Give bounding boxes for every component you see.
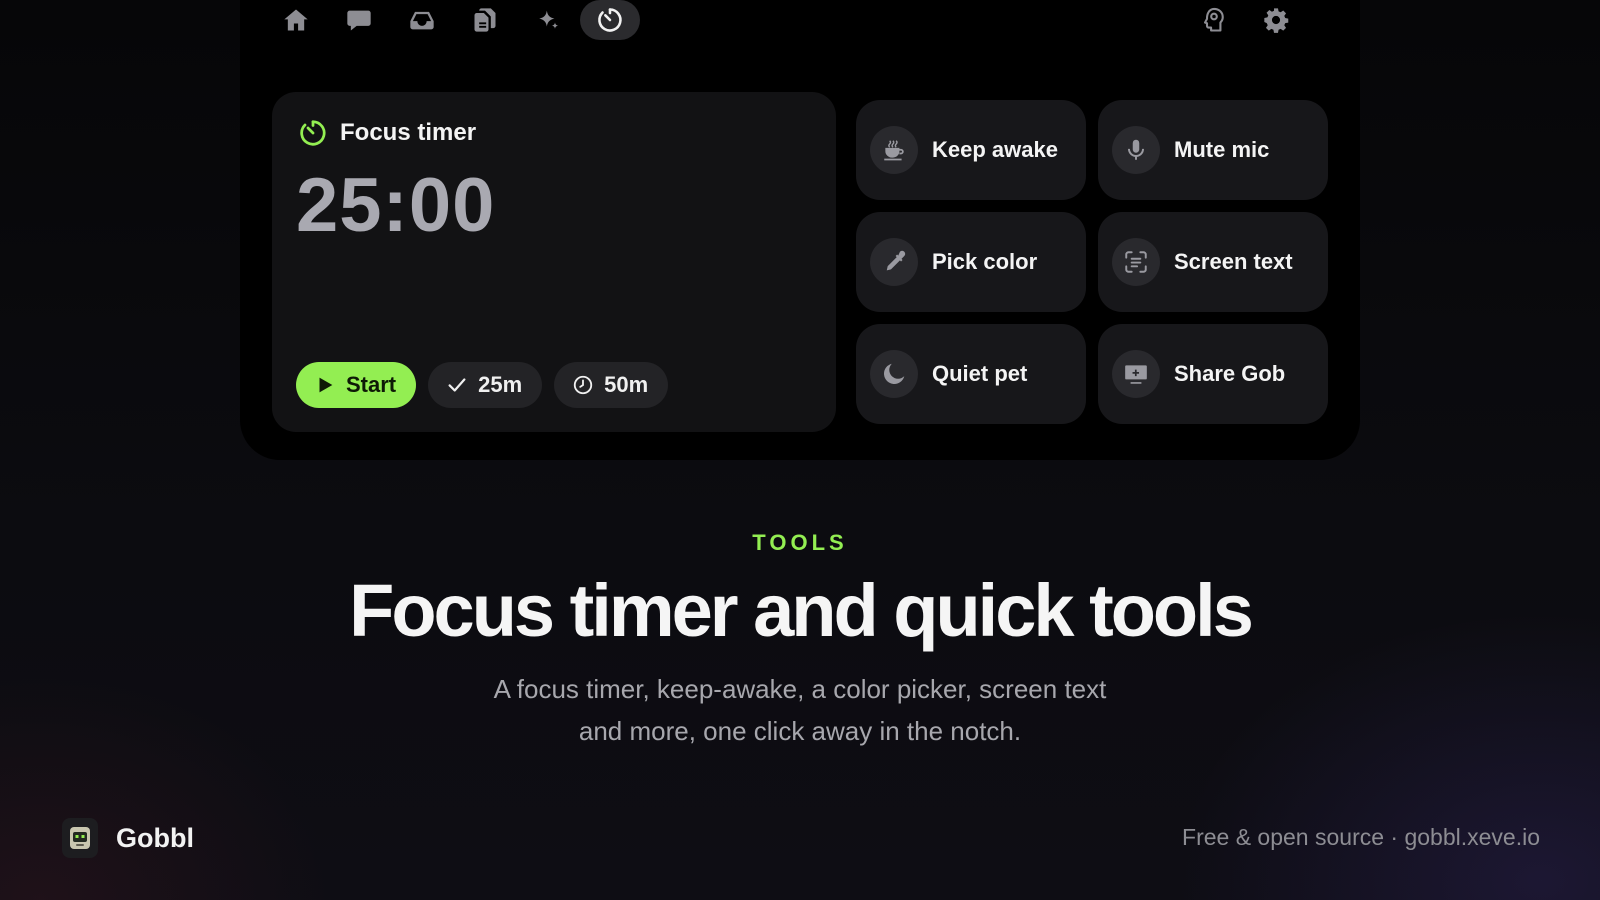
preset-25m-button[interactable]: 25m [428,362,543,408]
brand-name: Gobbl [116,822,194,853]
tool-keep-awake-button[interactable]: Keep awake [856,100,1086,200]
tool-mute-mic-button[interactable]: Mute mic [1098,100,1328,200]
coffee-cup-icon [870,126,918,174]
preset-50m-label: 50m [604,372,649,397]
tool-screen-text-button[interactable]: Screen text [1098,212,1328,312]
tool-label: Share Gob [1174,361,1286,386]
nav-settings-button[interactable] [1246,0,1306,40]
timer-icon [598,8,622,32]
text-scan-icon [1112,238,1160,286]
home-icon [284,9,308,31]
nav-chat-button[interactable] [329,0,389,40]
checkmark-icon [448,378,466,392]
preset-50m-button[interactable]: 50m [554,362,669,408]
inbox-tray-icon [410,11,434,30]
nav-home-button[interactable] [266,0,326,40]
screen-share-icon [1112,350,1160,398]
gear-icon [1264,8,1289,33]
tool-label: Quiet pet [932,361,1028,386]
footer-tagline-link[interactable]: Free & open source · gobbl.xeve.io [1182,824,1540,851]
play-icon [319,377,333,393]
start-button[interactable]: Start [296,362,417,408]
tool-label: Keep awake [932,137,1058,162]
clipboard-files-icon [474,8,496,32]
moon-icon [870,350,918,398]
nav-sparkles-button[interactable] [518,0,578,40]
chat-bubble-icon [347,10,371,31]
focus-timer-header: Focus timer [298,118,476,148]
tool-label: Pick color [932,249,1038,274]
brain-head-icon [1203,7,1224,32]
sparkles-icon [539,10,559,29]
page-headline: Focus timer and quick tools [349,569,1254,652]
tool-label: Mute mic [1174,137,1270,162]
nav-brain-button[interactable] [1184,0,1244,40]
tool-share-gob-button[interactable]: Share Gob [1098,324,1328,424]
nav-inbox-button[interactable] [392,0,452,40]
brand[interactable]: Gobbl [62,818,194,858]
clock-icon [574,375,593,395]
timer-actions: Start 25m 50m [296,362,669,408]
gobbl-logo-icon [62,818,98,858]
eyedropper-icon [870,238,918,286]
notch-nav-bar [240,0,1360,60]
tool-pick-color-button[interactable]: Pick color [856,212,1086,312]
nav-timer-button[interactable] [580,0,640,40]
timer-icon [300,120,326,146]
preset-25m-label: 25m [478,372,523,397]
microphone-icon [1112,126,1160,174]
tool-quiet-pet-button[interactable]: Quiet pet [856,324,1086,424]
focus-timer-title: Focus timer [340,119,477,146]
timer-countdown: 25:00 [296,163,496,248]
start-button-label: Start [346,372,397,397]
tool-label: Screen text [1174,249,1293,274]
nav-clipboard-button[interactable] [455,0,515,40]
focus-timer-card: Focus timer 25:00 Start 25m 50m [272,92,836,432]
page-subline: A focus timer, keep-awake, a color picke… [493,674,1107,746]
section-eyebrow: TOOLS [752,530,848,555]
